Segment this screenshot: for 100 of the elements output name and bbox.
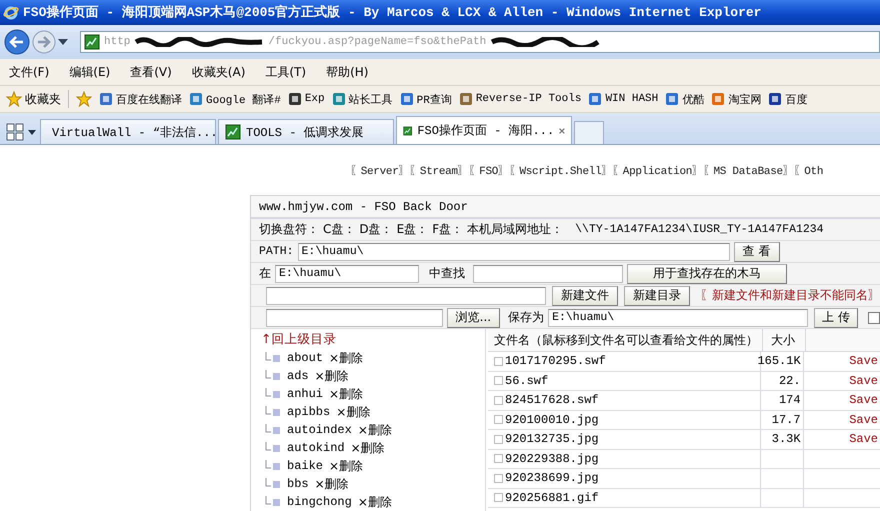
folder-link[interactable]: anhui (287, 387, 324, 401)
menu-item[interactable]: 查看(V) (130, 64, 172, 80)
parent-folder-link[interactable]: ↑回上级目录 (261, 331, 336, 349)
find-trojan-button[interactable]: 用于查找存在的木马 (627, 264, 787, 284)
delete-link[interactable]: ×删除 (358, 422, 392, 438)
favorite-link[interactable]: Reverse-IP Tools (458, 92, 582, 106)
tab[interactable]: TOOLS - 低调求发展 (218, 119, 394, 144)
create-button[interactable]: 新建文件 (552, 286, 618, 306)
menu-item[interactable]: 工具(T) (265, 64, 306, 80)
nav-link[interactable]: 〖Stream〗 (409, 162, 468, 178)
favorite-link[interactable]: WIN HASH (588, 92, 658, 106)
file-size: 3.3K (772, 432, 801, 446)
link-icon (458, 92, 473, 106)
file-link[interactable]: 824517628.swf (505, 393, 599, 408)
nav-link[interactable]: 〖FSO〗 (468, 162, 509, 178)
upload-button[interactable]: 上 传 (814, 308, 858, 328)
file-icon (494, 474, 503, 483)
lan-label: 本机局域网地址： (467, 221, 564, 238)
link-icon (665, 92, 680, 106)
file-icon (494, 396, 503, 405)
menu-item[interactable]: 编辑(E) (69, 64, 110, 80)
file-link[interactable]: 920100010.jpg (505, 412, 599, 427)
checkbox[interactable] (868, 312, 880, 324)
save-link[interactable]: Save (849, 412, 878, 427)
tab[interactable]: VirtualWall - “非法信... (40, 119, 216, 144)
search-field[interactable] (473, 264, 623, 282)
nav-link[interactable]: 〖Wscript.Shell〗 (508, 162, 612, 178)
favorite-link[interactable]: 百度 (768, 92, 808, 106)
favorite-link[interactable]: Google 翻译# (189, 92, 281, 106)
file-link[interactable]: 56.swf (505, 374, 548, 388)
delete-link[interactable]: ×删除 (314, 368, 349, 384)
file-link[interactable]: 920229388.jpg (505, 452, 599, 466)
column-header: 大小 (771, 332, 795, 348)
link-icon (711, 92, 726, 106)
file-link[interactable]: 920132735.jpg (505, 432, 599, 446)
folder-link[interactable]: ads (287, 369, 309, 383)
save-link[interactable]: Save (849, 374, 878, 388)
window-title: FSO操作页面 - 海阳顶端网ASP木马@2005官方正式版 - By Marcos & LCX & Allen - Windows Internet Explorer (23, 4, 762, 21)
folder-link[interactable]: bingchong (287, 495, 352, 509)
create-button[interactable]: 新建目录 (624, 286, 690, 306)
save-path-field[interactable]: E:\huamu\ (548, 308, 808, 326)
drive-link[interactable]: D盘： (359, 221, 393, 238)
panel-title: www.hmjyw.com - FSO Back Door (259, 200, 468, 214)
file-link[interactable]: 1017170295.swf (505, 354, 606, 368)
favorite-link[interactable]: 淘宝网 (711, 92, 762, 106)
file-size: 165.1K (757, 354, 801, 368)
nav-link[interactable]: 〖Oth (794, 162, 824, 178)
favorite-link[interactable]: 站长工具 (332, 92, 393, 106)
drive-link[interactable]: E盘： (396, 221, 428, 238)
name-field[interactable] (266, 286, 546, 304)
favorite-link[interactable]: 百度在线翻译 (99, 92, 182, 106)
file-link[interactable]: 920238699.jpg (505, 471, 599, 486)
file-link[interactable]: 920256881.gif (505, 490, 599, 505)
save-link[interactable]: Save (849, 432, 878, 446)
folder-tree-icon (265, 352, 281, 364)
tab[interactable]: FSO操作页面 - 海阳... (396, 116, 572, 144)
back-button[interactable] (4, 29, 30, 55)
delete-link[interactable]: ×删除 (358, 494, 392, 510)
delete-link[interactable]: ×删除 (329, 386, 364, 402)
favorite-link[interactable]: Exp (288, 92, 325, 106)
close-icon[interactable] (559, 126, 565, 136)
delete-link[interactable]: ×删除 (350, 440, 385, 456)
path-field[interactable]: E:\huamu\ (298, 242, 730, 260)
delete-link[interactable]: ×删除 (314, 476, 349, 492)
menu-item[interactable]: 收藏夹(A) (192, 64, 246, 80)
nav-link[interactable]: 〖MS DataBase〗 (702, 162, 794, 178)
save-link[interactable]: Save (849, 393, 878, 408)
dropdown-caret-icon[interactable] (58, 39, 68, 45)
nav-link[interactable]: 〖Application〗 (612, 162, 703, 178)
folder-link[interactable]: apibbs (287, 405, 330, 419)
file-size: 174 (778, 393, 801, 408)
folder-link[interactable]: baike (287, 459, 324, 473)
file-field[interactable] (266, 308, 443, 326)
favorite-link[interactable]: 优酷 (665, 92, 704, 106)
favorites-button[interactable]: 收藏夹 (6, 90, 61, 108)
folder-link[interactable]: about (287, 351, 324, 365)
drive-link[interactable]: C盘： (323, 221, 356, 238)
menu-item[interactable]: 文件(F) (9, 64, 50, 80)
file-icon (494, 376, 503, 386)
folder-link[interactable]: autoindex (287, 423, 352, 437)
column-header: 文件名（鼠标移到文件名可以查看给文件的属性） (494, 332, 758, 348)
menu-item[interactable]: 帮助(H) (326, 64, 368, 80)
drive-link[interactable]: F盘： (432, 221, 464, 238)
link-icon (588, 92, 602, 106)
delete-link[interactable]: ×删除 (329, 458, 364, 474)
delete-link[interactable]: ×删除 (329, 350, 364, 366)
nav-link[interactable]: 〖Server〗 (350, 162, 410, 178)
dropdown-caret-icon[interactable] (28, 130, 36, 134)
folder-link[interactable]: bbs (287, 477, 309, 491)
save-link[interactable]: Save (849, 354, 878, 368)
add-favorite-icon[interactable] (76, 91, 92, 107)
delete-link[interactable]: ×删除 (336, 404, 370, 420)
search-path-field[interactable]: E:\huamu\ (275, 264, 419, 282)
browse-button[interactable]: 浏览... (446, 308, 500, 328)
file-icon (494, 356, 503, 366)
quick-tabs-icon[interactable] (6, 123, 24, 141)
favorite-link[interactable]: PR查询 (400, 92, 452, 106)
folder-link[interactable]: autokind (287, 441, 345, 455)
file-size: 22. (778, 374, 801, 388)
view-button[interactable]: 查 看 (734, 242, 780, 262)
